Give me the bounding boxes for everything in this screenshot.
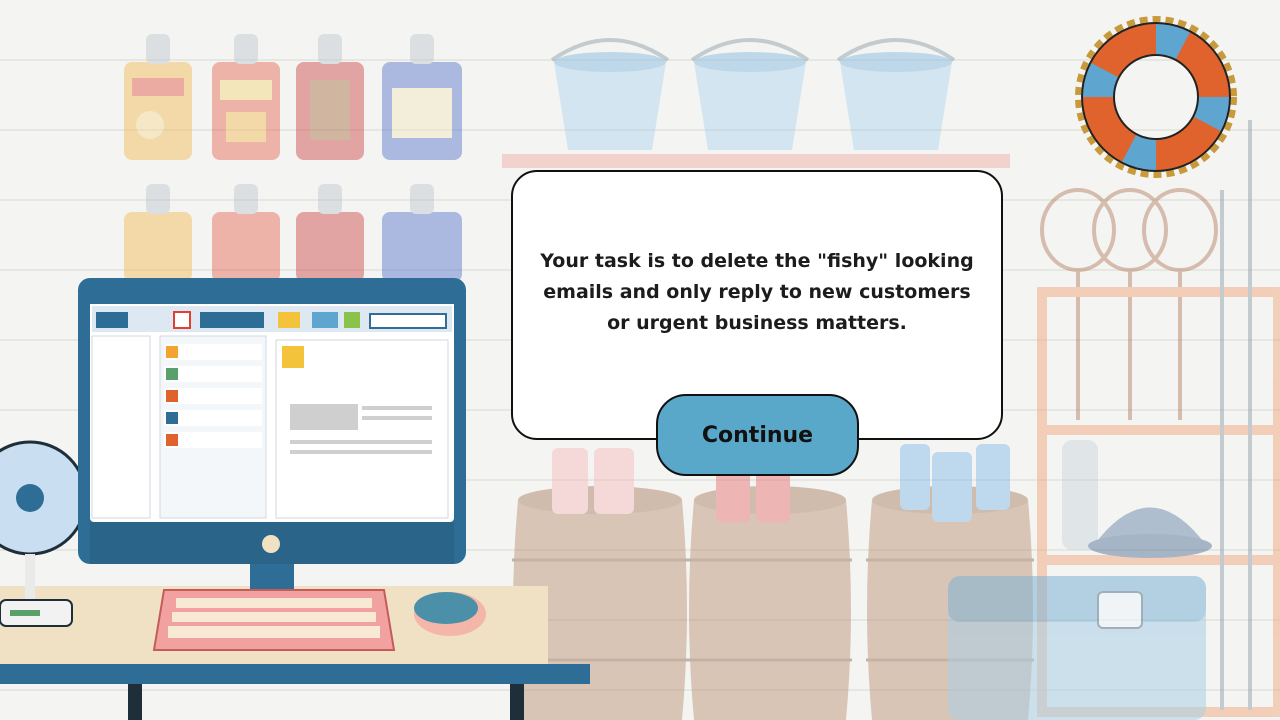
bucket-shelf	[502, 38, 1010, 168]
continue-button[interactable]: Continue	[656, 394, 859, 476]
bucket-icon	[836, 38, 956, 150]
computer-monitor-icon	[78, 278, 466, 590]
mouse-icon	[414, 592, 486, 636]
bucket-icon	[550, 38, 670, 150]
cooler-icon	[948, 576, 1206, 720]
instruction-message: Your task is to delete the "fishy" looki…	[540, 250, 974, 334]
bucket-icon	[690, 38, 810, 150]
keyboard-icon	[152, 589, 396, 651]
